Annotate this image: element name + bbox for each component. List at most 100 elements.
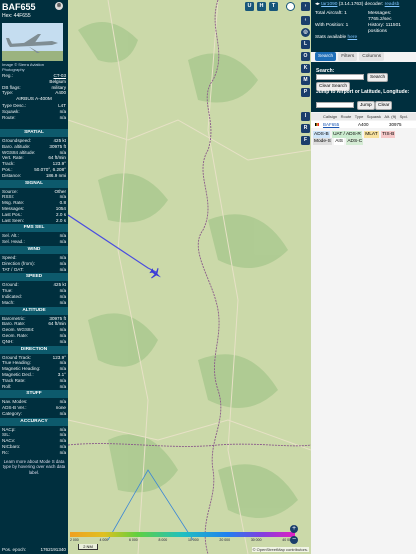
direction-label[interactable]: Roll:	[2, 384, 11, 390]
col-speed[interactable]: Spd.	[400, 113, 408, 120]
direction-row: Roll: n/a	[0, 384, 68, 390]
col-altitude[interactable]: Alt. (ft)	[384, 113, 396, 120]
legend-adsc: ADS-C	[346, 138, 364, 145]
tab-filters[interactable]: Filters	[338, 52, 358, 61]
altitude-ticks: 2 000 4 000 6 000 8 000 10 000 20 000 30…	[70, 538, 295, 542]
close-icon[interactable]: ⊗	[55, 2, 63, 10]
signal-header: SIGNAL	[0, 179, 68, 188]
altitude-legend	[70, 532, 295, 537]
settings-icon[interactable]: ◎	[301, 28, 310, 37]
stats-available: Stats available here	[315, 35, 358, 40]
map-button-r[interactable]: R	[301, 124, 310, 133]
map-button-t[interactable]: T	[269, 2, 278, 11]
col-callsign[interactable]: Callsign	[323, 113, 337, 120]
map-button-p[interactable]: P	[301, 88, 310, 97]
clear-button[interactable]: Clear	[375, 101, 393, 110]
tab-columns[interactable]: Columns	[359, 52, 385, 61]
direction-section: DIRECTION Ground Track: 123.9° True Heading…	[0, 345, 68, 390]
with-position: With Position: 1	[315, 23, 349, 28]
map-view[interactable]: 2 000 4 000 6 000 8 000 10 000 20 000 30…	[68, 0, 311, 554]
altitude-section: ALTITUDE Barometric: 30975 ft Baro. Rate: 64…	[0, 306, 68, 345]
map-button-h[interactable]: H	[257, 2, 266, 11]
legend-uat: UAT / ADS-R	[332, 131, 362, 138]
stats-header: ◂▸ tar1090 (3.14.1763) decoder: readsb T…	[311, 0, 416, 52]
col-type[interactable]: Type	[355, 113, 364, 120]
map-canvas[interactable]	[68, 0, 311, 554]
legend-ais: AIS	[334, 138, 344, 145]
legend-tisb: TIS-B	[381, 131, 396, 138]
speed-section: SPEED Ground: 425 kt True: n/a Indicated: n/a M…	[0, 273, 68, 305]
col-route[interactable]: Route	[341, 113, 352, 120]
direction-value: n/a	[59, 383, 66, 389]
total-aircraft: Total Aircraft: 1	[315, 11, 347, 16]
altitude-row: QNH: n/a	[0, 339, 68, 345]
fmssel-label[interactable]: Sel. Head.:	[2, 239, 25, 245]
map-button-m[interactable]: M	[301, 76, 310, 85]
fmssel-value: n/a	[59, 239, 66, 245]
map-button-u[interactable]: U	[245, 2, 254, 11]
speed-label[interactable]: Mach:	[2, 300, 15, 306]
map-button-l[interactable]: L	[301, 40, 310, 49]
stuff-label[interactable]: Category:	[2, 411, 22, 417]
route-row: Route: n/a	[2, 114, 66, 120]
direction-header: DIRECTION	[0, 345, 68, 354]
spatial-value: 186.9 nmi	[45, 172, 66, 178]
map-button-i[interactable]: I	[301, 112, 310, 121]
map-button-k[interactable]: K	[301, 64, 310, 73]
readsb-link[interactable]: readsb	[385, 2, 400, 7]
row-type: A400	[358, 122, 369, 127]
legend-adsb: ADS-B	[313, 131, 330, 138]
col-squawk[interactable]: Squawk	[367, 113, 381, 120]
row-altitude: 30975	[389, 122, 402, 127]
pos-epoch-row: Pos. epoch: 1762191340	[2, 547, 66, 552]
signal-row: Last Seen: 2.0 s	[0, 218, 68, 224]
sections: SPATIAL Groundspeed: 425 kt Baro. altitude:…	[0, 128, 68, 478]
sidebar-tabs: Search Filters Columns	[315, 52, 385, 61]
spatial-label[interactable]: Distance:	[2, 173, 21, 179]
row-callsign[interactable]: BAF655	[323, 121, 339, 128]
signal-section: SIGNAL Source: Other RSSI: n/a Msg. Rate: 0.8 M…	[0, 179, 68, 224]
altitude-label[interactable]: QNH:	[2, 339, 13, 345]
search-button[interactable]: Search	[367, 73, 389, 82]
signal-label[interactable]: Last Seen:	[2, 218, 24, 224]
table-row[interactable]: BAF655 A400 30975	[311, 121, 416, 128]
wind-row: TAT / OAT: n/a	[0, 267, 68, 273]
accuracy-header: ACCURACY	[0, 417, 68, 426]
collapse-arrows-icon[interactable]: ◂▸	[315, 2, 320, 7]
tab-search[interactable]: Search	[315, 52, 337, 61]
legend-modes: Mode-S	[313, 138, 332, 145]
expand-sidebar-button[interactable]: ›	[301, 2, 310, 11]
fms-sel-section: FMS SEL Sel. Alt.: n/a Sel. Head.: n/a	[0, 224, 68, 245]
spatial-section: SPATIAL Groundspeed: 425 kt Baro. altitude:…	[0, 129, 68, 179]
collapse-button[interactable]: ‹	[301, 16, 310, 25]
altitude-value: n/a	[59, 338, 66, 344]
zoom-out-button[interactable]: −	[290, 536, 298, 544]
layers-icon[interactable]	[286, 2, 295, 11]
learn-more-text: Learn more about Mode S data type by hov…	[2, 458, 66, 475]
callsign: BAF655	[2, 2, 36, 12]
zoom-in-button[interactable]: +	[290, 525, 298, 533]
flag-icon	[315, 122, 319, 126]
hex-line: Hex: 44F655	[2, 13, 36, 19]
aircraft-photo[interactable]	[2, 23, 63, 61]
jump-label: Jump to Airport or Latitude, Longitude:	[316, 89, 410, 95]
jump-button[interactable]: Jump	[357, 101, 375, 110]
map-button-f[interactable]: F	[301, 136, 310, 145]
version-link[interactable]: tar1090	[321, 2, 337, 7]
table-header: Callsign Route Type Squawk Alt. (ft) Spd…	[311, 113, 416, 120]
wind-header: WIND	[0, 245, 68, 254]
map-button-o[interactable]: O	[301, 52, 310, 61]
fmssel-header: FMS SEL	[0, 224, 68, 233]
messages-stat: Messages: 7765.2/sec	[368, 11, 392, 22]
speed-value: n/a	[59, 299, 66, 305]
accuracy-label[interactable]: Rc:	[2, 450, 9, 456]
spatial-row: Distance: 186.9 nmi	[0, 173, 68, 179]
source-legend: ADS-B UAT / ADS-R MLAT TIS-B Mode-S AIS …	[313, 131, 413, 145]
search-input[interactable]	[316, 74, 364, 80]
fmssel-row: Sel. Head.: n/a	[0, 239, 68, 245]
wind-label[interactable]: TAT / OAT:	[2, 267, 24, 273]
stats-link[interactable]: here	[348, 35, 358, 40]
stuff-section: STUFF Nav. Modes: n/a ADS-B Ver.: none Catego…	[0, 390, 68, 416]
accuracy-section: ACCURACY NACp: n/a SIL: n/a NACv: n/a NICbaro: n…	[0, 417, 68, 456]
jump-input[interactable]	[316, 102, 354, 108]
